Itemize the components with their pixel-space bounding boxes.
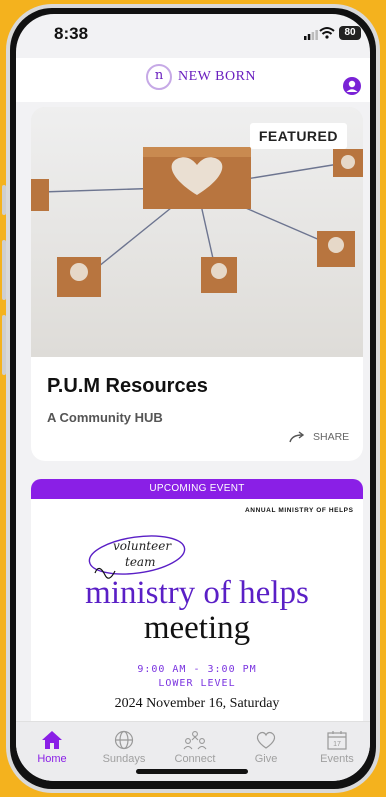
heart-icon [256, 731, 276, 749]
tab-home[interactable]: Home [20, 730, 84, 765]
tab-label-connect: Connect [174, 753, 216, 765]
logo-mark: n [146, 64, 172, 90]
side-button-volume-up [2, 240, 6, 300]
share-label: SHARE [313, 431, 350, 443]
script-team: team [125, 555, 156, 569]
flyer-location: LOWER LEVEL [158, 678, 236, 689]
tab-label-give: Give [254, 753, 278, 765]
upcoming-event-banner: UPCOMING EVENT [31, 479, 363, 499]
featured-badge: FEATURED [249, 123, 347, 149]
calendar-icon: 17 [327, 731, 347, 750]
script-volunteer: volunteer [113, 539, 172, 553]
card-title: P.U.M Resources [47, 375, 208, 397]
wifi-icon [319, 27, 335, 39]
tab-label-sundays: Sundays [102, 753, 146, 765]
flyer-title-meeting: meeting [143, 610, 251, 646]
app-title: NEW BORN [178, 69, 257, 84]
battery-icon: 80 [339, 26, 361, 40]
event-card[interactable]: UPCOMING EVENT ANNUAL MINISTRY OF HELPS … [31, 479, 363, 739]
status-time: 8:38 [54, 24, 89, 43]
side-button-volume-down [2, 315, 6, 375]
tab-give[interactable]: Give [234, 730, 298, 765]
side-button-mute [2, 185, 6, 215]
card-subtitle: A Community HUB [47, 410, 163, 425]
globe-icon [114, 730, 134, 750]
share-button[interactable]: SHARE [289, 431, 349, 443]
app-logo[interactable]: n NEW BORN [146, 64, 256, 90]
tab-sundays[interactable]: Sundays [92, 730, 156, 765]
tab-label-events: Events [320, 753, 354, 765]
home-icon [42, 731, 62, 749]
tab-label-home: Home [37, 753, 67, 765]
flyer-date: 2024 November 16, Saturday [114, 696, 280, 711]
home-indicator[interactable] [136, 769, 248, 774]
flyer-time: 9:00 AM - 3:00 PM [137, 664, 257, 675]
status-bar: 8:38 80 [16, 14, 370, 58]
screen: 8:38 80 n NEW BORN FEATURED P.U.M Resour… [16, 14, 370, 781]
featured-card[interactable]: FEATURED P.U.M Resources A Community HUB… [31, 107, 363, 461]
profile-icon[interactable] [343, 77, 361, 95]
tab-connect[interactable]: Connect [163, 730, 227, 765]
people-icon [183, 731, 207, 750]
flyer-header: ANNUAL MINISTRY OF HELPS [245, 507, 354, 514]
flyer-title: ministry of helps [85, 575, 309, 611]
cellular-signal-icon [304, 30, 318, 40]
tab-events[interactable]: 17 Events [305, 730, 369, 765]
share-icon [289, 431, 305, 443]
svg-text:17: 17 [333, 741, 341, 748]
